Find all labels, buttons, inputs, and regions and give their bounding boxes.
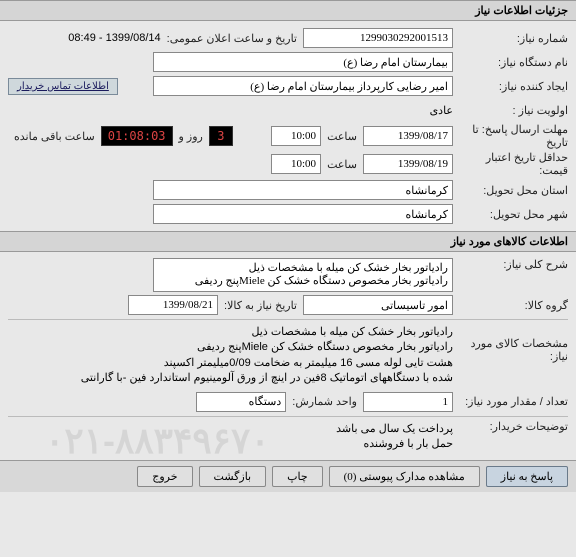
days-label: روز و: [173, 130, 209, 143]
divider-2: [8, 416, 568, 417]
creator-input[interactable]: [153, 76, 453, 96]
goods-date-label: تاریخ نیاز به کالا:: [218, 299, 303, 312]
delivery-state-input[interactable]: [153, 180, 453, 200]
device-name-input[interactable]: [153, 52, 453, 72]
priority-value: عادی: [430, 104, 453, 117]
print-button[interactable]: چاپ: [272, 466, 323, 487]
general-desc-textarea[interactable]: [153, 258, 453, 292]
need-number-input[interactable]: [303, 28, 453, 48]
respond-button[interactable]: پاسخ به نیاز: [486, 466, 568, 487]
price-validity-label: حداقل تاریخ اعتبار قیمت:: [453, 151, 568, 177]
price-validity-date-input[interactable]: [363, 154, 453, 174]
remaining-label: ساعت باقی مانده: [8, 130, 101, 143]
back-button[interactable]: بازگشت: [199, 466, 267, 487]
days-remaining: 3: [209, 126, 233, 146]
response-time-input[interactable]: [271, 126, 321, 146]
delivery-city-label: شهر محل تحویل:: [453, 208, 568, 221]
goods-spec-label: مشخصات کالای مورد نیاز:: [453, 323, 568, 363]
buyer-notes-text: پرداخت یک سال می باشدحمل بار با فروشنده: [336, 420, 453, 455]
general-desc-label: شرح کلی نیاز:: [453, 258, 568, 271]
response-date-input[interactable]: [363, 126, 453, 146]
goods-date-input[interactable]: [128, 295, 218, 315]
attachments-button[interactable]: مشاهده مدارک پیوستی (0): [329, 466, 480, 487]
goods-spec-text: رادیاتور بخار خشک کن میله با مشخصات ذیلر…: [8, 323, 453, 389]
response-deadline-label: مهلت ارسال پاسخ: تا تاریخ: [453, 123, 568, 149]
goods-info-form: شرح کلی نیاز: گروه کالا: تاریخ نیاز به ک…: [0, 252, 576, 460]
need-details-form: شماره نیاز: تاریخ و ساعت اعلان عمومی: 13…: [0, 21, 576, 231]
creator-label: ایجاد کننده نیاز:: [453, 80, 568, 93]
goods-group-input[interactable]: [303, 295, 453, 315]
qty-label: تعداد / مقدار مورد نیاز:: [453, 395, 568, 408]
public-date-value: 1399/08/14 - 08:49: [68, 32, 160, 44]
goods-group-label: گروه کالا:: [453, 299, 568, 312]
section-header-need-details: جزئیات اطلاعات نیاز: [0, 0, 576, 21]
unit-input[interactable]: [196, 392, 286, 412]
section-header-goods-info: اطلاعات کالاهای مورد نیاز: [0, 231, 576, 252]
buyer-contact-button[interactable]: اطلاعات تماس خریدار: [8, 78, 118, 95]
unit-label: واحد شمارش:: [286, 395, 363, 408]
exit-button[interactable]: خروج: [137, 466, 192, 487]
countdown-timer: 01:08:03: [101, 126, 173, 146]
action-bar: پاسخ به نیاز مشاهده مدارک پیوستی (0) چاپ…: [0, 460, 576, 492]
delivery-state-label: استان محل تحویل:: [453, 184, 568, 197]
time-label-2: ساعت: [321, 158, 363, 171]
public-date-label: تاریخ و ساعت اعلان عمومی:: [161, 32, 303, 45]
delivery-city-input[interactable]: [153, 204, 453, 224]
divider: [8, 319, 568, 320]
need-number-label: شماره نیاز:: [453, 32, 568, 45]
time-label-1: ساعت: [321, 130, 363, 143]
priority-label: اولویت نیاز :: [453, 104, 568, 117]
device-name-label: نام دستگاه نیاز:: [453, 56, 568, 69]
price-validity-time-input[interactable]: [271, 154, 321, 174]
qty-input[interactable]: [363, 392, 453, 412]
buyer-notes-label: توضیحات خریدار:: [453, 420, 568, 433]
